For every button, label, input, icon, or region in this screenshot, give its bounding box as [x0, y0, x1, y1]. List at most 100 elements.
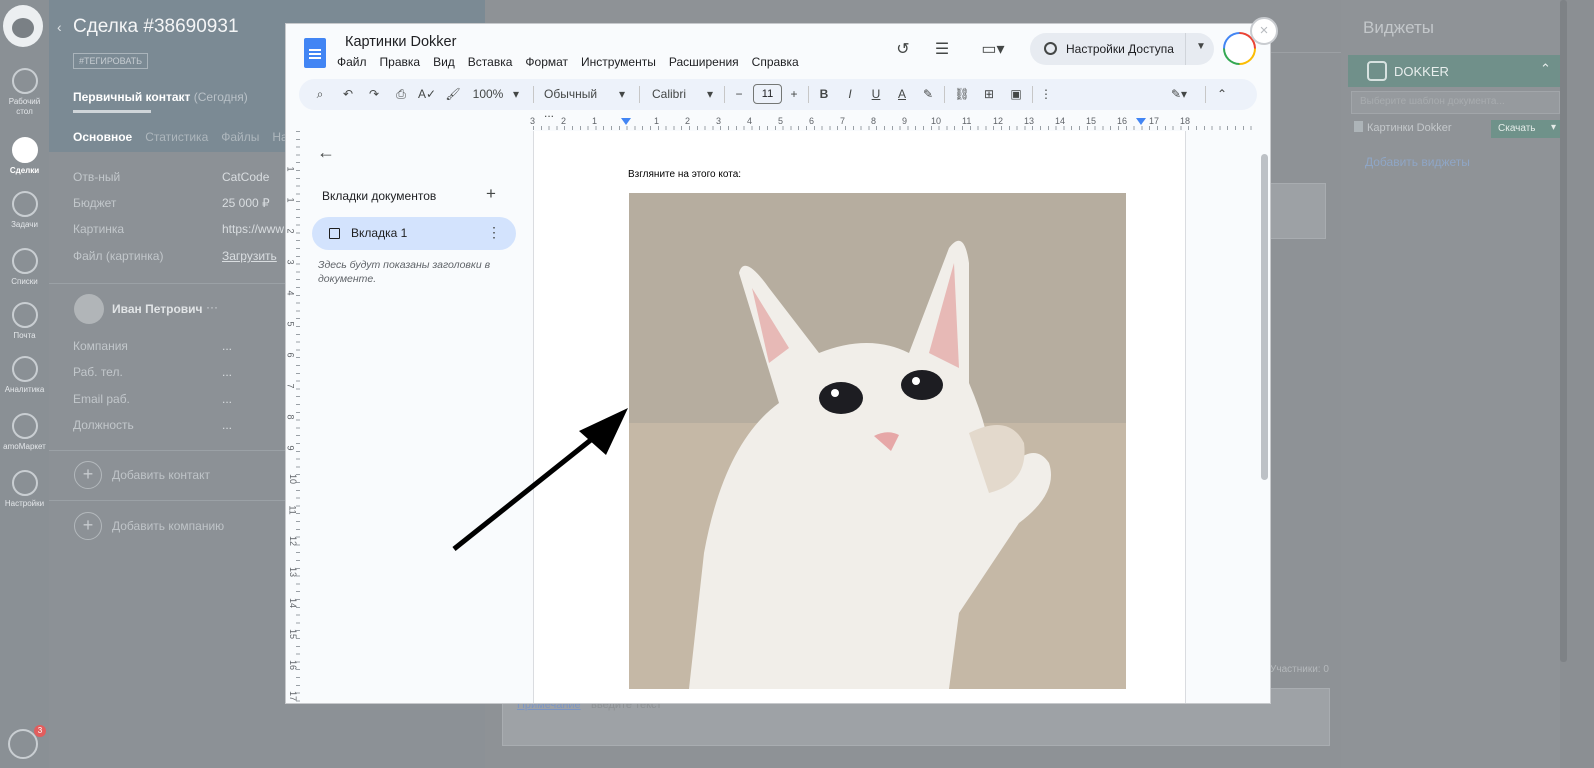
ruler-number: 16 — [288, 659, 299, 671]
add-company-button[interactable]: Добавить компанию — [112, 519, 224, 533]
share-label: Настройки Доступа — [1066, 42, 1174, 56]
page-scrollbar-thumb[interactable] — [1560, 0, 1567, 662]
caret-down-icon[interactable]: ▾ — [1551, 122, 1556, 133]
tab-statistics[interactable]: Статистика — [145, 130, 208, 144]
deal-status-label: Первичный контакт — [73, 90, 191, 104]
nav-label: Настройки — [4, 499, 45, 508]
field-value[interactable]: CatCode — [222, 170, 269, 184]
deal-status-date: (Сегодня) — [193, 90, 248, 104]
nav-deals[interactable]: Сделки — [0, 137, 49, 176]
tag-button[interactable]: #ТЕГИРОВАТЬ — [73, 53, 149, 69]
document-scrollbar[interactable] — [1261, 154, 1268, 480]
contact-name[interactable]: Иван Петрович — [112, 302, 203, 316]
field-value[interactable]: 25 000 ₽ — [222, 196, 270, 210]
insert-image-icon[interactable]: ▣ — [1008, 85, 1024, 104]
download-button[interactable]: Скачать ▾ — [1491, 120, 1561, 138]
chat-button[interactable]: 3 — [8, 725, 46, 759]
cat-logo-icon[interactable] — [3, 5, 43, 47]
field-value[interactable]: ... — [222, 392, 232, 406]
add-widgets-link[interactable]: Добавить виджеты — [1365, 155, 1470, 169]
add-company-icon[interactable]: + — [74, 512, 102, 540]
more-options-icon[interactable]: ⋮ — [1040, 85, 1052, 104]
analytics-icon — [11, 356, 38, 382]
upload-link[interactable]: Загрузить — [222, 249, 277, 263]
nav-dashboard[interactable]: Рабочий стол — [0, 68, 49, 117]
deal-title: Сделка #38690931 — [73, 16, 239, 37]
dokker-file-name: Картинки Dokker — [1367, 122, 1452, 134]
field-label: Раб. тел. — [73, 365, 123, 379]
nav-label: Почта — [13, 331, 36, 340]
dokker-widget-header[interactable]: DOKKER ⌃ — [1348, 55, 1560, 87]
back-chevron-icon[interactable]: ‹ — [57, 19, 62, 35]
add-comment-icon[interactable]: ⊞ — [981, 85, 997, 104]
ruler-number: 11 — [962, 116, 972, 126]
add-contact-button[interactable]: Добавить контакт — [112, 468, 210, 482]
dokker-logo-icon — [1367, 61, 1387, 81]
nav-mail[interactable]: Почта — [0, 302, 49, 341]
divider — [49, 283, 285, 284]
chevron-up-icon[interactable]: ⌃ — [1214, 85, 1230, 104]
close-icon[interactable]: × — [1250, 17, 1278, 45]
more-icon[interactable]: ··· — [206, 300, 218, 314]
field-value[interactable]: https://www — [222, 222, 284, 236]
ruler-number: 16 — [1117, 116, 1128, 126]
field-label: Файл (картинка) — [73, 249, 164, 263]
dashboard-icon — [11, 68, 38, 94]
caret-down-icon[interactable]: ▼ — [1196, 41, 1206, 52]
ruler-number: 12 — [993, 116, 1004, 126]
ruler-number: 15 — [1086, 116, 1097, 126]
editing-mode-icon[interactable]: ✎▾ — [1164, 85, 1194, 104]
nav-label: Задачи — [11, 220, 38, 229]
divider — [49, 450, 285, 451]
dokker-file[interactable]: Картинки Dokker — [1354, 121, 1452, 134]
avatar-inner — [1225, 34, 1254, 63]
add-contact-icon[interactable]: + — [74, 461, 102, 489]
nav-analytics[interactable]: Аналитика — [0, 356, 49, 395]
market-icon — [11, 413, 38, 439]
nav-label: Списки — [11, 277, 38, 286]
participants-count: Участники: 0 — [1270, 664, 1329, 675]
ruler-number: 15 — [288, 628, 299, 640]
nav-market[interactable]: amoМаркет — [0, 413, 49, 452]
settings-icon — [11, 470, 38, 496]
feed-box — [1270, 183, 1326, 239]
tab-files[interactable]: Файлы — [221, 130, 259, 144]
arrow-annotation — [452, 408, 628, 551]
right-indent-marker[interactable] — [1136, 118, 1146, 125]
nav-settings[interactable]: Настройки — [0, 470, 49, 509]
divider — [1185, 33, 1186, 65]
globe-icon — [1044, 42, 1057, 55]
deal-status[interactable]: Первичный контакт (Сегодня) — [73, 90, 248, 104]
ruler-number: 14 — [288, 597, 299, 609]
dokker-name: DOKKER — [1394, 64, 1449, 79]
field-label: Бюджет — [73, 196, 117, 210]
nav-lists[interactable]: Списки — [0, 248, 49, 287]
document-page[interactable]: Взгляните на этого кота: — [452, 131, 1186, 703]
divider — [944, 86, 945, 103]
status-progress-bar — [73, 110, 151, 113]
share-button[interactable]: Настройки Доступа ▼ — [1030, 33, 1214, 65]
google-docs-window: Картинки Dokker Файл Правка Вид Вставка … — [285, 23, 1271, 704]
ruler-number: 14 — [1055, 116, 1066, 126]
field-value[interactable]: ... — [222, 339, 232, 353]
tab-main[interactable]: Основное — [73, 130, 132, 144]
widgets-panel: Виджеты DOKKER ⌃ Выберите шаблон докумен… — [1341, 0, 1561, 768]
document-icon — [1354, 121, 1363, 132]
ruler-number: 17 — [1149, 116, 1160, 126]
field-value[interactable]: ... — [222, 418, 232, 432]
divider — [1032, 86, 1033, 103]
field-label: Должность — [73, 418, 134, 432]
download-label: Скачать — [1498, 123, 1536, 134]
field-label: Компания — [73, 339, 128, 353]
field-value[interactable]: ... — [222, 365, 232, 379]
nav-label: Сделки — [9, 166, 40, 175]
chat-badge: 3 — [34, 725, 46, 737]
field-label: Отв-ный — [73, 170, 121, 184]
deal-tabs: Основное Статистика Файлы Нас — [73, 130, 294, 144]
avatar[interactable] — [74, 294, 104, 324]
template-select[interactable]: Выберите шаблон документа... — [1351, 91, 1560, 114]
link-icon[interactable]: ⛓ — [954, 85, 970, 104]
chevron-up-icon[interactable]: ⌃ — [1540, 61, 1551, 77]
nav-tasks[interactable]: Задачи — [0, 191, 49, 230]
meet-icon[interactable]: ▭▾ — [978, 39, 1008, 61]
